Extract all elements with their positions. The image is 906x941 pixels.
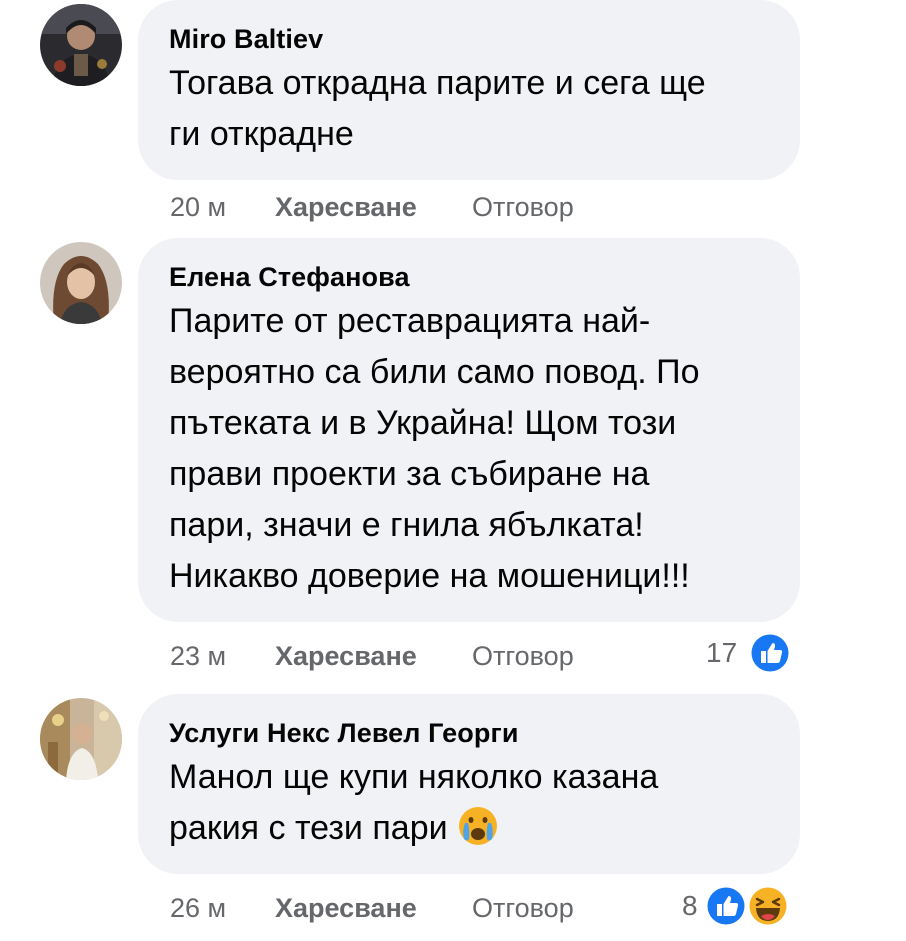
comment-text: Парите от реставрацията най- вероятно са… (169, 302, 700, 595)
reply-button[interactable]: Отговор (472, 190, 574, 224)
comment-bubble: Услуги Некс Левел Георги Манол ще купи н… (138, 694, 800, 874)
like-button[interactable]: Харесване (275, 190, 417, 224)
comment-text-content: Манол ще купи няколко казана ракия с тез… (169, 758, 659, 847)
like-icon (705, 885, 747, 927)
comment-text: Тогава открадна парите и сега ще ги откр… (169, 64, 706, 153)
comment-text: Манол ще купи няколко казана ракия с тез… (169, 752, 774, 854)
comment-time[interactable]: 26 м (170, 891, 226, 925)
comment-time[interactable]: 20 м (170, 190, 226, 224)
like-button[interactable]: Харесване (275, 891, 417, 925)
reply-button[interactable]: Отговор (472, 639, 574, 673)
reaction-summary[interactable]: 17 (700, 631, 800, 675)
crying-face-emoji (459, 807, 498, 845)
haha-icon (747, 885, 789, 927)
reaction-count: 17 (706, 637, 738, 668)
reply-button[interactable]: Отговор (472, 891, 574, 925)
comment-author[interactable]: Услуги Некс Левел Георги (169, 716, 774, 750)
reaction-count: 8 (682, 890, 698, 921)
comment-author[interactable]: Елена Стефанова (169, 260, 774, 294)
like-button[interactable]: Харесване (275, 639, 417, 673)
reaction-summary[interactable]: 8 (676, 884, 796, 928)
like-icon (749, 632, 791, 674)
comment-time[interactable]: 23 м (170, 639, 226, 673)
avatar[interactable] (40, 242, 122, 324)
comment-author[interactable]: Miro Baltiev (169, 22, 774, 56)
avatar[interactable] (40, 698, 122, 780)
comments-feed: Miro Baltiev Тогава открадна парите и се… (0, 0, 906, 941)
comment-bubble: Елена Стефанова Парите от реставрацията … (138, 238, 800, 622)
avatar[interactable] (40, 4, 122, 86)
comment-bubble: Miro Baltiev Тогава открадна парите и се… (138, 0, 800, 180)
